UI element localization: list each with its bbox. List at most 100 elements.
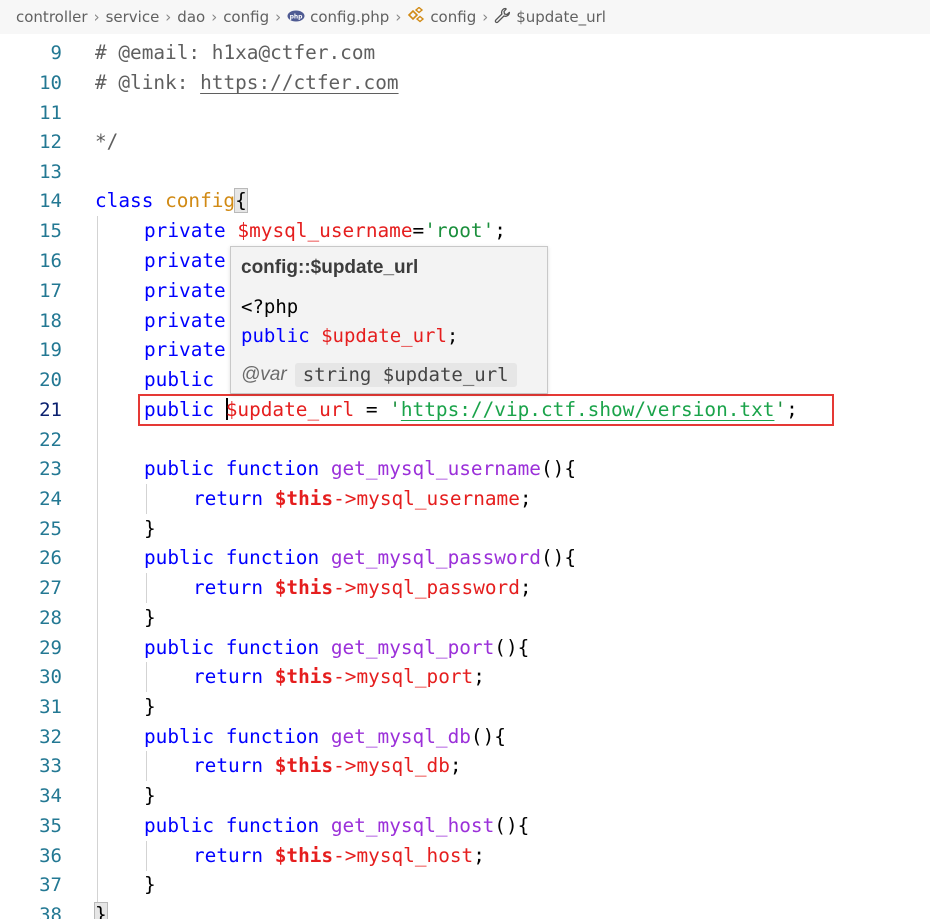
breadcrumb: controller › service › dao › config › ph… — [0, 0, 930, 34]
line-content: public function get_mysql_password(){ — [144, 546, 576, 569]
code-line: 28 } — [0, 603, 930, 633]
line-number: 20 — [39, 369, 62, 391]
chevron-right-icon: › — [93, 8, 100, 26]
code-line: 37 } — [0, 870, 930, 900]
breadcrumb-item-update-url[interactable]: $update_url — [494, 7, 606, 28]
line-number: 31 — [39, 696, 62, 718]
code-editor[interactable]: 9 # @email: h1xa@ctfer.com 10 # @link: h… — [0, 38, 930, 919]
line-content: } — [144, 784, 156, 807]
line-number: 21 — [39, 399, 62, 421]
line-number: 25 — [39, 518, 62, 540]
code-line: 25 } — [0, 514, 930, 544]
line-number: 29 — [39, 637, 62, 659]
line-content: private — [144, 338, 226, 361]
line-number: 23 — [39, 458, 62, 480]
matched-brace: } — [94, 902, 108, 919]
chevron-right-icon: › — [395, 8, 402, 26]
line-content: # @email: h1xa@ctfer.com — [95, 41, 376, 64]
line-number: 10 — [39, 72, 62, 94]
line-content: } — [94, 900, 108, 919]
code-line: 10 # @link: https://ctfer.com — [0, 68, 930, 98]
line-content: */ — [95, 130, 119, 153]
line-content: } — [144, 873, 156, 896]
code-line: 27 return $this->mysql_password; — [0, 573, 930, 603]
line-content: } — [144, 695, 156, 718]
line-number: 36 — [39, 845, 62, 867]
hover-doc-type: string $update_url — [294, 363, 517, 387]
code-line: 30 return $this->mysql_port; — [0, 662, 930, 692]
line-content: return $this->mysql_db; — [193, 754, 462, 777]
line-content: } — [144, 606, 156, 629]
line-number: 17 — [39, 280, 62, 302]
line-content: return $this->mysql_port; — [193, 665, 485, 688]
line-number: 14 — [39, 190, 62, 212]
line-number: 27 — [39, 577, 62, 599]
line-content: } — [144, 517, 156, 540]
hover-doc: @var string $update_url — [241, 363, 517, 387]
line-content: class config{ — [95, 188, 248, 213]
code-line: 38 } — [0, 900, 930, 919]
line-number: 11 — [39, 102, 62, 124]
line-number: 13 — [39, 161, 62, 183]
code-line: 22 — [0, 425, 930, 455]
chevron-right-icon: › — [211, 8, 218, 26]
hover-title: config::$update_url — [241, 257, 419, 278]
code-line: 23 public function get_mysql_username(){ — [0, 454, 930, 484]
line-content: public function get_mysql_host(){ — [144, 814, 530, 837]
line-number: 35 — [39, 815, 62, 837]
code-line: 29 public function get_mysql_port(){ — [0, 633, 930, 663]
breadcrumb-item-config-php[interactable]: php config.php — [287, 8, 389, 26]
line-number: 15 — [39, 220, 62, 242]
line-number: 37 — [39, 874, 62, 896]
line-content: public — [144, 368, 215, 391]
code-line: 31 } — [0, 692, 930, 722]
code-line: 26 public function get_mysql_password(){ — [0, 543, 930, 573]
line-content: private — [144, 309, 226, 332]
svg-text:php: php — [290, 14, 304, 21]
code-line: 14 class config{ — [0, 186, 930, 216]
line-number: 26 — [39, 547, 62, 569]
line-number: 19 — [39, 339, 62, 361]
wrench-icon — [494, 7, 511, 28]
hover-code-line: <?php — [241, 296, 299, 318]
line-content: public function get_mysql_port(){ — [144, 636, 530, 659]
breadcrumb-item-controller[interactable]: controller — [16, 8, 88, 26]
line-content: return $this->mysql_host; — [193, 844, 485, 867]
line-number: 38 — [39, 904, 62, 919]
matched-brace: { — [234, 188, 248, 213]
chevron-right-icon: › — [275, 8, 282, 26]
comment-link[interactable]: https://ctfer.com — [200, 71, 398, 94]
code-line: 9 # @email: h1xa@ctfer.com — [0, 38, 930, 68]
chevron-right-icon: › — [165, 8, 172, 26]
line-number: 12 — [39, 131, 62, 153]
line-number: 30 — [39, 666, 62, 688]
code-line: 33 return $this->mysql_db; — [0, 751, 930, 781]
code-line: 32 public function get_mysql_db(){ — [0, 722, 930, 752]
line-number: 34 — [39, 785, 62, 807]
line-number: 22 — [39, 429, 62, 451]
code-line: 12 */ — [0, 127, 930, 157]
hover-tooltip: config::$update_url <?php public $update… — [230, 246, 548, 394]
line-content: private — [144, 279, 226, 302]
line-content: public function get_mysql_db(){ — [144, 725, 506, 748]
line-content: public function get_mysql_username(){ — [144, 457, 576, 480]
breadcrumb-item-service[interactable]: service — [106, 8, 160, 26]
breadcrumb-item-config-folder[interactable]: config — [223, 8, 269, 26]
highlight-annotation-box — [138, 394, 834, 426]
hover-doc-tag: @var — [241, 364, 287, 385]
line-content: private $mysql_username='root'; — [144, 219, 506, 242]
code-line: 24 return $this->mysql_username; — [0, 484, 930, 514]
code-line: 36 return $this->mysql_host; — [0, 841, 930, 871]
breadcrumb-item-config-class[interactable]: config — [407, 6, 476, 27]
line-number: 33 — [39, 755, 62, 777]
line-number: 9 — [50, 42, 62, 64]
hover-code-line: public $update_url; — [241, 325, 459, 347]
line-number: 18 — [39, 310, 62, 332]
line-number: 16 — [39, 250, 62, 272]
class-icon — [407, 6, 425, 27]
line-content: # @link: https://ctfer.com — [95, 71, 399, 94]
breadcrumb-item-dao[interactable]: dao — [177, 8, 205, 26]
line-content: return $this->mysql_password; — [193, 576, 532, 599]
line-content: return $this->mysql_username; — [193, 487, 532, 510]
code-line: 15 private $mysql_username='root'; — [0, 216, 930, 246]
